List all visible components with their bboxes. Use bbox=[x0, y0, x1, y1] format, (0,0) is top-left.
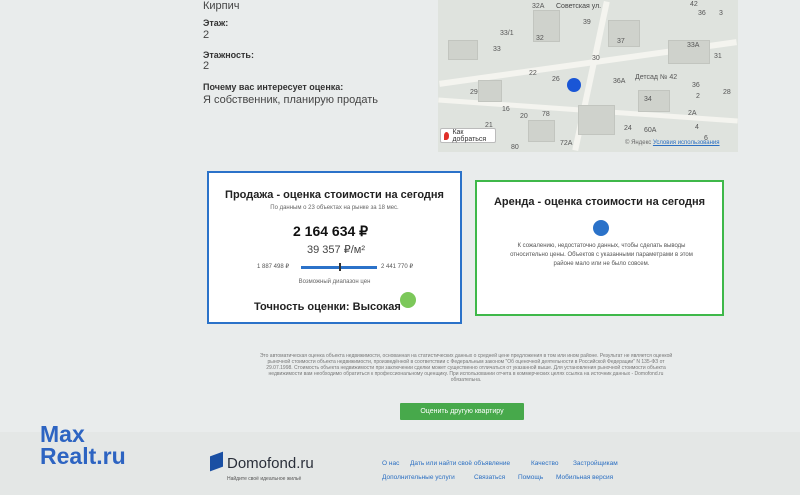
footer-link-about[interactable]: О нас bbox=[382, 460, 399, 467]
map-label: 36 bbox=[698, 10, 706, 17]
watermark-line: Max bbox=[40, 421, 85, 447]
map-marker-icon bbox=[444, 131, 450, 140]
map-copyright: © Яндекс Условия использования bbox=[625, 140, 720, 146]
maxrealt-watermark: Max Realt.ru bbox=[40, 421, 126, 469]
kindergarten-label: Детсад № 42 bbox=[635, 74, 678, 81]
interest-value: Я собственник, планирую продать bbox=[203, 94, 379, 106]
sale-title: Продажа - оценка стоимости на сегодня bbox=[225, 189, 444, 201]
info-icon bbox=[593, 220, 609, 236]
map-label: 36 bbox=[692, 82, 700, 89]
accuracy-label: Точность оценки: Высокая bbox=[254, 301, 401, 313]
map-label: 22 bbox=[529, 70, 537, 77]
disclaimer: Это автоматическая оценка объекта недвиж… bbox=[212, 353, 720, 383]
map-label: 80 bbox=[511, 144, 519, 151]
map-label: 32А bbox=[532, 3, 545, 10]
map-label: 30 bbox=[592, 55, 600, 62]
range-caption: Возможный диапазон цен bbox=[298, 279, 371, 285]
evaluate-another-button[interactable]: Оценить другую квартиру bbox=[400, 403, 524, 420]
range-min: 1 887 498 ₽ bbox=[257, 264, 290, 270]
domofond-logo[interactable]: Domofond.ru bbox=[227, 455, 314, 472]
route-label: Как добраться bbox=[452, 128, 487, 143]
map-label: 31 bbox=[714, 53, 722, 60]
map-label: 33/1 bbox=[500, 30, 514, 37]
map-label: 26 bbox=[552, 76, 560, 83]
map-label: 37 bbox=[617, 38, 625, 45]
street-label: Советская ул. bbox=[556, 3, 602, 10]
sale-price-per-sqm: 39 357 ₽/м² bbox=[307, 244, 365, 256]
rent-estimate-card: Аренда - оценка стоимости на сегодня К с… bbox=[475, 180, 724, 316]
map-label: 4 bbox=[695, 124, 699, 131]
sale-estimate-card: Продажа - оценка стоимости на сегодня По… bbox=[207, 171, 462, 324]
material-value: Кирпич bbox=[203, 0, 240, 12]
map-label: 33 bbox=[493, 46, 501, 53]
location-pin-icon[interactable] bbox=[567, 78, 581, 92]
footer-link-ads[interactable]: Дать или найти своё объявление bbox=[410, 460, 510, 467]
map-label: 2А bbox=[688, 110, 697, 117]
map-label: 36А bbox=[613, 78, 626, 85]
map-label: 34 bbox=[644, 96, 652, 103]
footer-link-quality[interactable]: Качество bbox=[531, 460, 558, 467]
watermark-line: Realt.ru bbox=[40, 443, 126, 469]
slogan: Найдите своё идеальное жильё bbox=[227, 476, 302, 482]
map-label: 3 bbox=[719, 10, 723, 17]
map-label: 29 bbox=[470, 89, 478, 96]
map-label: 72А bbox=[560, 140, 573, 147]
terms-link[interactable]: Условия использования bbox=[653, 140, 720, 146]
map-label: 24 bbox=[624, 125, 632, 132]
route-button[interactable]: Как добраться bbox=[440, 128, 496, 143]
map-label: 2 bbox=[696, 93, 700, 100]
range-max: 2 441 770 ₽ bbox=[381, 264, 414, 270]
rent-message-line: районе мало или не было совсем. bbox=[553, 261, 650, 267]
map-label: 39 bbox=[583, 19, 591, 26]
rent-message-line: относительно цены. Объектов с указанными… bbox=[510, 252, 693, 258]
map-label: 42 bbox=[690, 1, 698, 8]
rent-message-line: К сожалению, недостаточно данных, чтобы … bbox=[517, 243, 686, 249]
map-label: 60А bbox=[644, 127, 657, 134]
map-label: 78 bbox=[542, 111, 550, 118]
interest-label: Почему вас интересует оценка: bbox=[203, 82, 344, 92]
sale-price: 2 164 634 ₽ bbox=[293, 223, 369, 239]
copyright-text: © Яндекс bbox=[625, 140, 652, 146]
smiley-icon bbox=[400, 292, 416, 308]
floor-label: Этаж: bbox=[203, 18, 229, 28]
map-label: 32 bbox=[536, 35, 544, 42]
footer-link-services[interactable]: Дополнительные услуги bbox=[382, 474, 455, 481]
sale-subtitle: По данным о 23 объектах на рынке за 18 м… bbox=[270, 205, 399, 211]
footer-link-mobile[interactable]: Мобильная версия bbox=[556, 474, 613, 481]
rent-title: Аренда - оценка стоимости на сегодня bbox=[493, 196, 706, 208]
floor-value: 2 bbox=[203, 29, 210, 41]
rent-message: К сожалению, недостаточно данных, чтобы … bbox=[485, 242, 718, 269]
footer-link-developers[interactable]: Застройщикам bbox=[573, 460, 618, 467]
floors-label: Этажность: bbox=[203, 50, 254, 60]
price-marker bbox=[339, 263, 341, 271]
footer-link-contact[interactable]: Связаться bbox=[474, 474, 505, 481]
map-label: 16 bbox=[502, 106, 510, 113]
disclaimer-line: обязательна. bbox=[450, 377, 482, 383]
map-label: 33А bbox=[687, 42, 700, 49]
footer-link-help[interactable]: Помощь bbox=[518, 474, 543, 481]
map-label: 28 bbox=[723, 89, 731, 96]
map-label: 20 bbox=[520, 113, 528, 120]
floors-value: 2 bbox=[203, 60, 210, 72]
